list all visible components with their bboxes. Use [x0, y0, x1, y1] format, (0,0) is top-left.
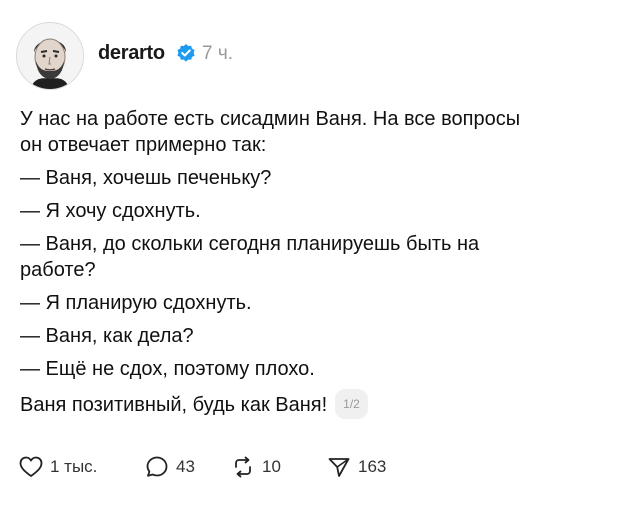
send-icon — [326, 454, 352, 480]
comment-icon — [144, 454, 170, 480]
repost-button[interactable]: 10 — [230, 452, 281, 482]
share-count: 163 — [358, 457, 387, 476]
post-line: — Я планирую сдохнуть. — [20, 292, 252, 314]
repost-icon — [230, 454, 256, 480]
post-last-line: Ваня позитивный, будь как Ваня! 1/2 — [20, 389, 620, 419]
post-line: — Я хочу сдохнуть. — [20, 200, 201, 222]
action-bar: 1 тыс. 43 10 163 — [18, 452, 618, 482]
post-time: 7 ч. — [202, 43, 234, 64]
username[interactable]: derarto — [98, 42, 165, 65]
page-indicator: 1/2 — [335, 389, 368, 419]
share-button[interactable]: 163 — [326, 452, 386, 482]
post-line: работе? — [20, 259, 96, 281]
post-header: derarto 7 ч. — [16, 22, 616, 92]
like-button[interactable]: 1 тыс. — [18, 452, 97, 482]
repost-count: 10 — [262, 457, 281, 476]
post-line: — Ваня, хочешь печеньку? — [20, 167, 272, 189]
reply-button[interactable]: 43 — [144, 452, 195, 482]
post-line-text: Ваня позитивный, будь как Ваня! — [20, 394, 328, 416]
post-line: — Ваня, как дела? — [20, 325, 194, 347]
post-line: он отвечает примерно так: — [20, 134, 267, 156]
heart-icon — [18, 454, 44, 480]
like-count: 1 тыс. — [50, 457, 98, 476]
verified-badge-icon — [176, 43, 196, 63]
post-body: У нас на работе есть сисадмин Ваня. На в… — [20, 106, 620, 419]
avatar[interactable] — [16, 22, 84, 90]
post-line: — Ваня, до скольки сегодня планируешь бы… — [20, 233, 480, 255]
reply-count: 43 — [176, 457, 195, 476]
post-line: — Ещё не сдох, поэтому плохо. — [20, 358, 315, 380]
post-card: derarto 7 ч. У нас на работе есть сисадм… — [0, 0, 640, 510]
post-line: У нас на работе есть сисадмин Ваня. На в… — [20, 108, 521, 130]
